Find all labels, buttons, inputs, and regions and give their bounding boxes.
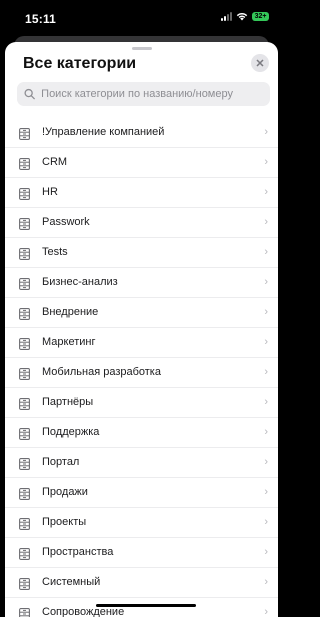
chevron-right-icon: ›: [264, 306, 268, 318]
list-item[interactable]: Системный ›: [5, 568, 278, 598]
list-item[interactable]: Внедрение ›: [5, 298, 278, 328]
category-label: Партнёры: [42, 396, 94, 408]
list-item[interactable]: Tests ›: [5, 238, 278, 268]
category-label: Системный: [42, 576, 101, 588]
folder-icon: [19, 247, 30, 260]
chevron-right-icon: ›: [264, 546, 268, 558]
chevron-right-icon: ›: [264, 456, 268, 468]
list-item[interactable]: Портал ›: [5, 448, 278, 478]
category-label: Мобильная разработка: [42, 366, 161, 378]
status-bar: 15:11 32+: [0, 0, 283, 34]
chevron-right-icon: ›: [264, 246, 268, 258]
list-item[interactable]: Продажи ›: [5, 478, 278, 508]
chevron-right-icon: ›: [264, 126, 268, 138]
category-label: HR: [42, 186, 58, 198]
chevron-right-icon: ›: [264, 276, 268, 288]
search-icon: [24, 88, 35, 100]
chevron-right-icon: ›: [264, 486, 268, 498]
category-label: Проекты: [42, 516, 87, 528]
search-input[interactable]: [41, 88, 270, 100]
signal-icon: [221, 12, 232, 21]
list-item[interactable]: Сопровождение ›: [5, 598, 278, 617]
list-item[interactable]: CRM ›: [5, 148, 278, 178]
folder-icon: [19, 517, 30, 530]
category-label: Портал: [42, 456, 80, 468]
chevron-right-icon: ›: [264, 606, 268, 617]
folder-icon: [19, 487, 30, 500]
folder-icon: [19, 397, 30, 410]
category-list: !Управление компанией › CRM › HR › Passwork › Te…: [5, 118, 278, 617]
folder-icon: [19, 277, 30, 290]
chevron-right-icon: ›: [264, 216, 268, 228]
home-indicator[interactable]: [96, 604, 196, 607]
list-item[interactable]: Бизнес-анализ ›: [5, 268, 278, 298]
chevron-right-icon: ›: [264, 186, 268, 198]
category-label: Passwork: [42, 216, 90, 228]
list-item[interactable]: Маркетинг ›: [5, 328, 278, 358]
screen: 15:11 32+ Все категории ✕ Поиск категори…: [0, 0, 283, 617]
folder-icon: [19, 547, 30, 560]
list-item[interactable]: HR ›: [5, 178, 278, 208]
list-item[interactable]: Поддержка ›: [5, 418, 278, 448]
category-label: CRM: [42, 156, 68, 168]
category-label: Продажи: [42, 486, 88, 498]
list-item[interactable]: Мобильная разработка ›: [5, 358, 278, 388]
folder-icon: [19, 367, 30, 380]
chevron-right-icon: ›: [264, 156, 268, 168]
categories-sheet: Все категории ✕ !Управление компанией›CR…: [5, 42, 278, 617]
category-label: Бизнес-анализ: [42, 276, 118, 288]
chevron-right-icon: ›: [264, 516, 268, 528]
status-time: 15:11: [25, 12, 57, 26]
close-icon: ✕: [255, 57, 265, 70]
close-button[interactable]: ✕: [251, 54, 269, 72]
folder-icon: [19, 427, 30, 440]
list-item[interactable]: !Управление компанией ›: [5, 118, 278, 148]
category-label: Tests: [42, 246, 68, 258]
folder-icon: [19, 187, 30, 200]
wifi-icon: [236, 12, 248, 21]
category-label: Внедрение: [42, 306, 99, 318]
category-label: Сопровождение: [42, 606, 125, 617]
category-label: !Управление компанией: [42, 126, 165, 138]
category-label: Маркетинг: [42, 336, 96, 348]
folder-icon: [19, 307, 30, 320]
folder-icon: [19, 607, 30, 617]
search-bar[interactable]: [17, 82, 270, 106]
sheet-grabber[interactable]: [131, 47, 152, 50]
battery-icon: 32+: [252, 12, 269, 21]
folder-icon: [19, 217, 30, 230]
chevron-right-icon: ›: [264, 576, 268, 588]
category-label: Пространства: [42, 546, 114, 558]
chevron-right-icon: ›: [264, 366, 268, 378]
folder-icon: [19, 157, 30, 170]
category-label: Поддержка: [42, 426, 100, 438]
chevron-right-icon: ›: [264, 396, 268, 408]
folder-icon: [19, 337, 30, 350]
sheet-title: Все категории: [23, 55, 137, 72]
folder-icon: [19, 127, 30, 140]
folder-icon: [19, 457, 30, 470]
chevron-right-icon: ›: [264, 336, 268, 348]
list-item[interactable]: Партнёры ›: [5, 388, 278, 418]
list-item[interactable]: Passwork ›: [5, 208, 278, 238]
folder-icon: [19, 577, 30, 590]
list-item[interactable]: Проекты ›: [5, 508, 278, 538]
list-item[interactable]: Пространства ›: [5, 538, 278, 568]
chevron-right-icon: ›: [264, 426, 268, 438]
status-icons: 32+: [221, 12, 269, 21]
